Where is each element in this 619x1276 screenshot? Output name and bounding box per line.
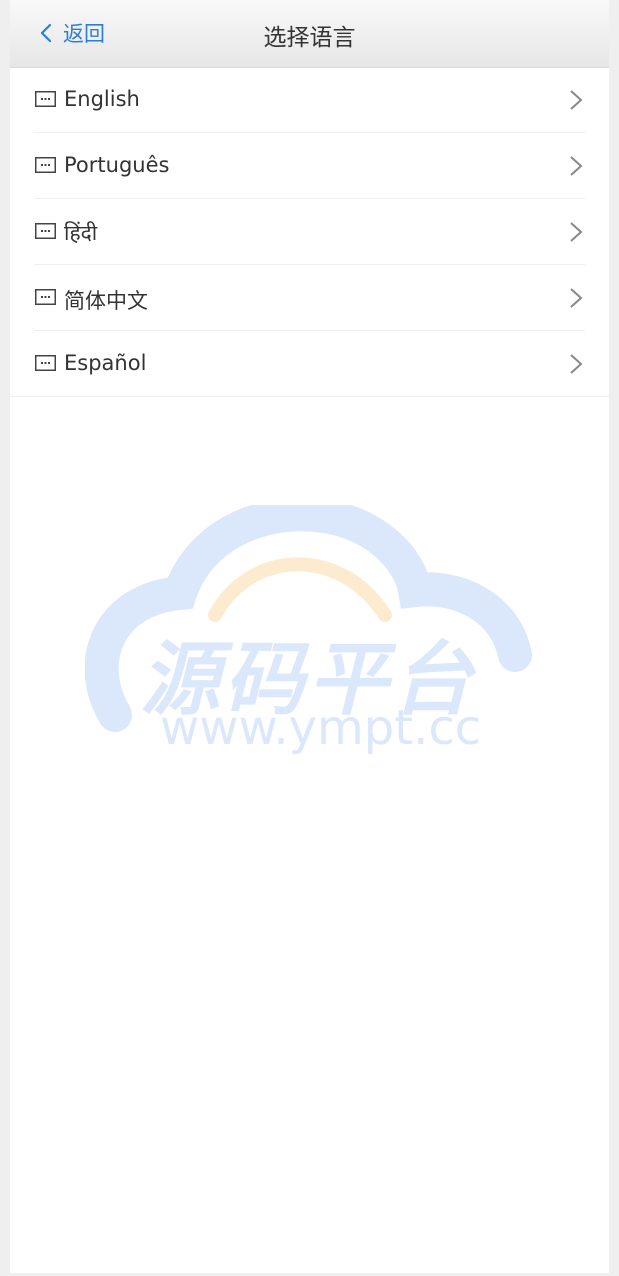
page-title: 选择语言: [263, 25, 356, 51]
watermark-url: www.ympt.cc: [160, 700, 482, 756]
language-label: 简体中文: [64, 289, 148, 313]
keyboard-icon: [35, 223, 56, 239]
app-screen: 返回 选择语言 源码平台 www.ympt.cc English Portugu…: [10, 0, 609, 1273]
divider: [10, 396, 609, 397]
language-item-english[interactable]: English: [10, 67, 609, 133]
keyboard-icon: [35, 289, 56, 305]
chevron-right-icon: [570, 156, 583, 176]
language-item-hindi[interactable]: हिंदी: [10, 199, 609, 265]
chevron-right-icon: [570, 90, 583, 110]
language-label: English: [64, 87, 140, 111]
language-label: Español: [64, 351, 147, 375]
language-label: हिंदी: [64, 221, 98, 245]
language-item-simplified-chinese[interactable]: 简体中文: [10, 265, 609, 331]
language-list: English Português हिंदी 简体中文 Español: [10, 67, 609, 397]
keyboard-icon: [35, 355, 56, 371]
navbar: 返回 选择语言: [10, 0, 609, 68]
language-item-portuguese[interactable]: Português: [10, 133, 609, 199]
keyboard-icon: [35, 91, 56, 107]
language-item-spanish[interactable]: Español: [10, 331, 609, 397]
chevron-right-icon: [570, 288, 583, 308]
chevron-right-icon: [570, 222, 583, 242]
chevron-right-icon: [570, 354, 583, 374]
language-label: Português: [64, 153, 170, 177]
keyboard-icon: [35, 157, 56, 173]
